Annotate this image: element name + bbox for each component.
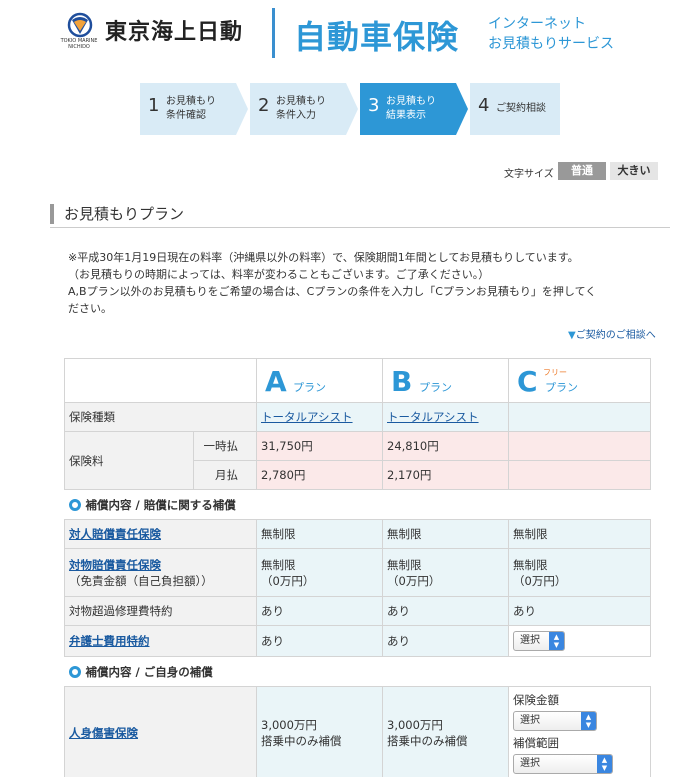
section-heading: お見積もりプラン [50,198,670,228]
plan-a-lump-premium: 31,750円 [256,431,383,461]
step-4: 4 ご契約相談 [470,83,560,135]
personal-injury-link[interactable]: 人身傷害保険 [64,686,257,777]
plan-a-monthly-premium: 2,780円 [256,460,383,490]
circle-icon [68,498,81,511]
logo-subtext: TOKIO MARINE NICHIDO [60,38,98,50]
amount-label: 保険金額 [513,692,559,707]
font-size-large-button[interactable]: 大きい [610,162,658,180]
plan-b-value: 3,000万円 搭乗中のみ補償 [382,686,509,777]
table-row: 弁護士費用特約 あり あり 選択 ▲ ▼ [64,625,651,657]
step-number: 1 [148,95,160,116]
plan-b-monthly-premium: 2,170円 [382,460,509,490]
plan-c-monthly-premium [508,460,651,490]
step-label: お見積もり 条件確認 [166,96,216,121]
lawyer-fee-link[interactable]: 弁護士費用特約 [64,625,257,657]
triangle-down-icon: ▼ [568,330,576,341]
step-1: 1 お見積もり 条件確認 [140,83,248,135]
circle-icon [68,665,81,678]
page-subtitle: インターネット お見積もりサービス [488,14,614,54]
property-damage-cell: 対物賠償責任保険 （免責金額（自己負担額）） [64,548,257,597]
plan-a-value: 無制限 （0万円） [256,548,383,597]
select-arrows-icon: ▲ ▼ [549,632,564,650]
range-label: 補償範囲 [513,735,559,750]
consult-link[interactable]: ▼ご契約のご相談へ [568,326,656,341]
site-header: TOKIO MARINE NICHIDO 東京海上日動 自動車保険 インターネッ… [0,0,700,80]
company-name: 東京海上日動 [105,20,244,45]
step-number: 2 [258,95,270,116]
plan-c-cell: 保険金額 選択 ▲ ▼ 補償範囲 選択 ▲ ▼ [508,686,651,777]
plan-b-header: B プラン [382,358,509,403]
row-label: 保険種類 [64,402,257,432]
table-row: 対人賠償責任保険 無制限 無制限 無制限 [64,519,651,549]
notice-line: （お見積もりの時期によっては、料率が変わることもございます。ご了承ください。） [68,268,490,281]
plan-b-value: 無制限 （0万円） [382,548,509,597]
property-damage-link[interactable]: 対物賠償責任保険 [69,557,256,573]
row-label: 対物超過修理費特約 [64,596,257,626]
step-number: 3 [368,95,380,116]
page-title: 自動車保険 [294,18,460,56]
property-damage-sub: （免責金額（自己負担額）） [69,573,213,588]
table-row: 人身傷害保険 3,000万円 搭乗中のみ補償 3,000万円 搭乗中のみ補償 保険金… [64,686,651,777]
plan-a-value: 3,000万円 搭乗中のみ補償 [256,686,383,777]
table-row: 対物賠償責任保険 （免責金額（自己負担額）） 無制限 （0万円） 無制限 （0万円）… [64,548,651,597]
notice-line: ※平成30年1月19日現在の料率（沖縄県以外の料率）で、保険期間1年間としてお見… [68,251,579,264]
step-label: お見積もり 結果表示 [386,96,436,121]
category-title: 補償内容 / 賠償に関する補償 [64,489,651,520]
plan-c-header: C フリー プラン [508,358,651,403]
category-row: 補償内容 / 賠償に関する補償 [64,489,651,520]
plan-c-value: 無制限 [508,519,651,549]
plan-comparison-table: A プラン B プラン C フリー プラン 保険種類 トータルアシスト トータルアシスト… [64,358,651,777]
plan-c-insurance-type [508,402,651,432]
subtitle-line2: お見積もりサービス [488,36,614,52]
notice-line: A,Bプラン以外のお見積もりをご希望の場合は、Cプランの条件を入力し「Cプランお… [68,285,597,298]
sub-label: 一時払 [193,431,257,461]
amount-select[interactable]: 選択 ▲ ▼ [513,710,597,731]
plan-b-value: 無制限 [382,519,509,549]
plan-header-row: A プラン B プラン C フリー プラン [64,358,651,403]
plan-a-value: あり [256,596,383,626]
plan-a-value: 無制限 [256,519,383,549]
row-label: 保険料 [64,431,194,490]
notice-line: ださい。 [68,302,112,315]
tokio-marine-logo-icon [67,12,93,38]
plan-b-insurance-type-link[interactable]: トータルアシスト [382,402,509,432]
table-row: 保険種類 トータルアシスト トータルアシスト [64,402,651,432]
plan-c-cell: 選択 ▲ ▼ [508,625,651,657]
plan-a-header: A プラン [256,358,383,403]
heading-bar [50,204,54,224]
select-arrows-icon: ▲ ▼ [581,711,596,730]
plan-b-value: あり [382,596,509,626]
table-row: 対物超過修理費特約 あり あり あり [64,596,651,626]
section-title: お見積もりプラン [64,205,185,223]
header-divider [272,8,275,58]
step-label: ご契約相談 [496,103,546,114]
table-row: 保険料 一時払 31,750円 24,810円 [64,431,651,490]
plan-c-value: あり [508,596,651,626]
subtitle-line1: インターネット [488,16,586,32]
quote-notice: ※平成30年1月19日現在の料率（沖縄県以外の料率）で、保険期間1年間としてお見… [68,249,658,317]
lawyer-fee-select[interactable]: 選択 ▲ ▼ [513,631,565,651]
plan-a-value: あり [256,625,383,657]
select-arrows-icon: ▲ ▼ [597,754,612,773]
plan-c-lump-premium [508,431,651,461]
category-title: 補償内容 / ご自身の補償 [64,656,651,687]
font-size-label: 文字サイズ [504,169,554,180]
step-label: お見積もり 条件入力 [276,96,326,121]
step-number: 4 [478,95,490,116]
plan-b-value: あり [382,625,509,657]
step-3: 3 お見積もり 結果表示 [360,83,468,135]
category-row: 補償内容 / ご自身の補償 [64,656,651,687]
step-2: 2 お見積もり 条件入力 [250,83,358,135]
range-select[interactable]: 選択 ▲ ▼ [513,753,613,774]
bodily-injury-link[interactable]: 対人賠償責任保険 [64,519,257,549]
plan-c-value: 無制限 （0万円） [508,548,651,597]
font-size-normal-button[interactable]: 普通 [558,162,606,180]
sub-label: 月払 [193,460,257,490]
plan-a-insurance-type-link[interactable]: トータルアシスト [256,402,383,432]
plan-b-lump-premium: 24,810円 [382,431,509,461]
